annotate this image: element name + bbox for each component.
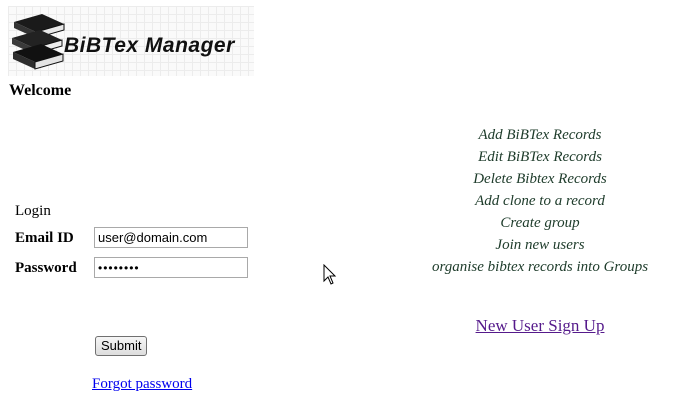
password-field[interactable] bbox=[94, 257, 248, 278]
site-logo: BiBTex Manager bbox=[8, 6, 254, 76]
feature-item: Add clone to a record bbox=[475, 193, 605, 209]
feature-item: organise bibtex records into Groups bbox=[431, 259, 649, 275]
feature-item: Delete Bibtex Records bbox=[473, 171, 607, 187]
new-user-signup-link[interactable]: New User Sign Up bbox=[476, 316, 605, 335]
feature-list: Add BiBTex Records Edit BiBTex Records D… bbox=[400, 124, 680, 278]
logo-text: BiBTex Manager bbox=[64, 34, 235, 57]
signup-container: New User Sign Up bbox=[400, 316, 680, 336]
feature-item: Add BiBTex Records bbox=[478, 127, 602, 143]
submit-button[interactable]: Submit bbox=[95, 336, 148, 356]
email-field[interactable] bbox=[94, 227, 248, 248]
books-icon bbox=[12, 14, 65, 70]
password-label: Password bbox=[15, 260, 77, 276]
email-label: Email ID bbox=[15, 230, 74, 246]
welcome-heading: Welcome bbox=[9, 82, 72, 99]
feature-item: Create group bbox=[500, 215, 580, 231]
feature-item: Join new users bbox=[495, 237, 585, 253]
mouse-cursor-icon bbox=[323, 264, 337, 285]
forgot-password-link[interactable]: Forgot password bbox=[92, 376, 192, 393]
login-title: Login bbox=[15, 203, 51, 219]
feature-item: Edit BiBTex Records bbox=[478, 149, 602, 165]
